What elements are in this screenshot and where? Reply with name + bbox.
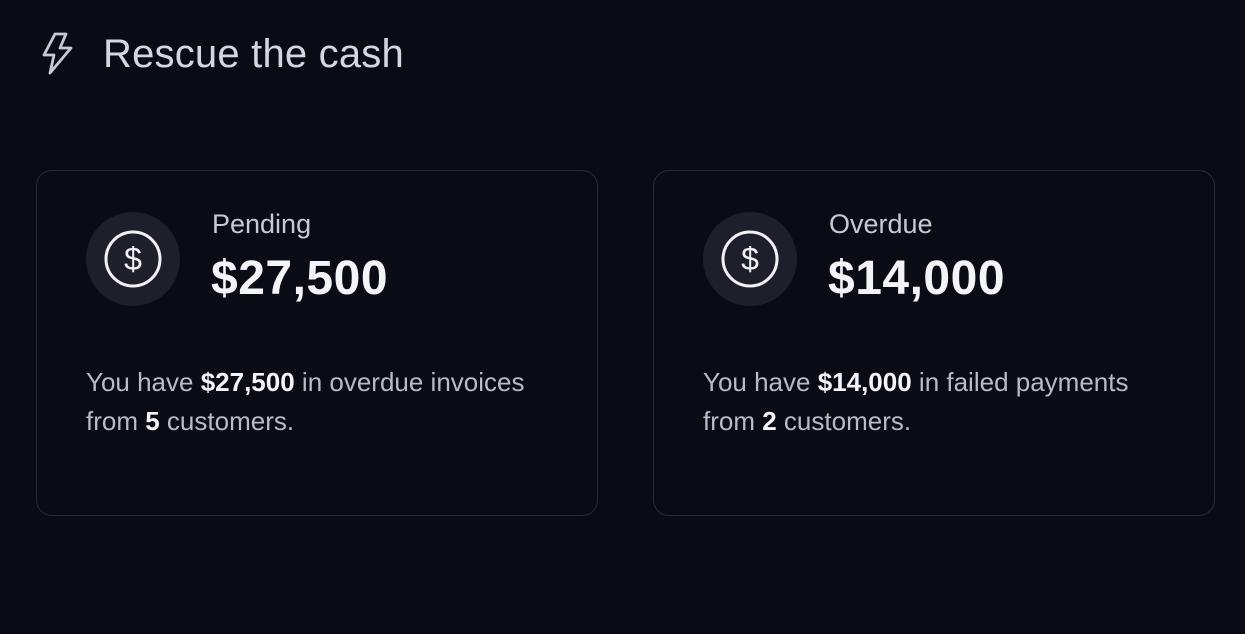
card-amount: $14,000: [828, 252, 1006, 305]
card-label: Pending: [212, 209, 312, 239]
desc-prefix: You have: [703, 367, 818, 397]
desc-prefix: You have: [86, 367, 201, 397]
card-description: You have $14,000 in failed payments from…: [703, 363, 1183, 441]
desc-suffix: customers.: [159, 406, 295, 436]
pending-card: $ Pending $27,500 You have $27,500 in ov…: [36, 170, 598, 516]
card-label: Overdue: [829, 209, 933, 239]
lightning-bolt-icon: [40, 31, 76, 77]
page-title: Rescue the cash: [103, 31, 404, 76]
desc-count: 5: [145, 406, 160, 436]
desc-count: 2: [762, 406, 777, 436]
overdue-card: $ Overdue $14,000 You have $14,000 in fa…: [653, 170, 1215, 516]
page-header: Rescue the cash: [40, 30, 404, 78]
desc-amount: $14,000: [817, 367, 912, 397]
card-amount: $27,500: [211, 252, 389, 305]
svg-text:$: $: [741, 241, 759, 277]
svg-text:$: $: [124, 241, 142, 277]
dollar-coin-icon: $: [703, 212, 797, 306]
desc-suffix: customers.: [776, 406, 912, 436]
dollar-coin-icon: $: [86, 212, 180, 306]
desc-amount: $27,500: [200, 367, 295, 397]
card-description: You have $27,500 in overdue invoices fro…: [86, 363, 566, 441]
